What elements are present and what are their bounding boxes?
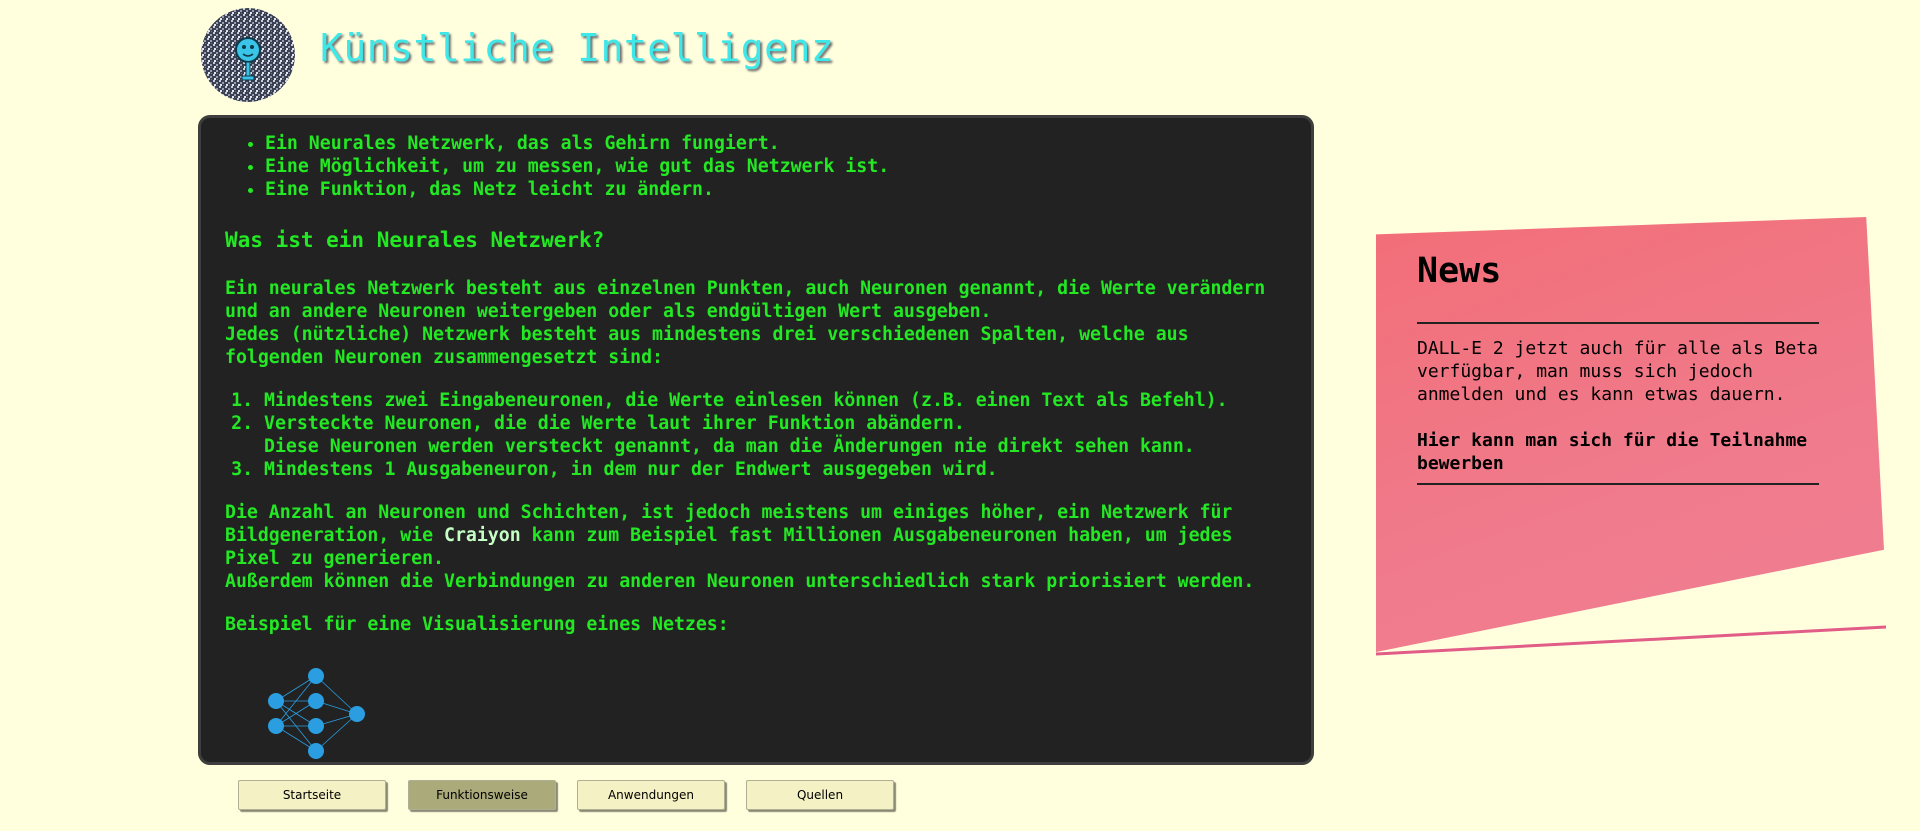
hidden-neuron bbox=[308, 693, 324, 709]
layer-hidden-text: Versteckte Neuronen, die die Werte laut … bbox=[264, 413, 965, 434]
hidden-neuron bbox=[308, 668, 324, 684]
details-paragraph: Die Anzahl an Neuronen und Schichten, is… bbox=[225, 501, 1287, 593]
list-item: Versteckte Neuronen, die die Werte laut … bbox=[264, 412, 1287, 458]
news-panel: News DALL-E 2 jetzt auch für alle als Be… bbox=[1417, 247, 1819, 485]
robot-head-icon bbox=[201, 8, 295, 102]
intro-paragraph: Ein neurales Netzwerk besteht aus einzel… bbox=[225, 277, 1287, 369]
list-item: Eine Möglichkeit, um zu messen, wie gut … bbox=[265, 155, 1287, 178]
hidden-neuron bbox=[308, 718, 324, 734]
intro-line-1: Ein neurales Netzwerk besteht aus einzel… bbox=[225, 278, 1266, 322]
nav-button-funktionsweise[interactable]: Funktionsweise bbox=[408, 780, 556, 810]
output-neuron bbox=[349, 706, 365, 722]
site-title: Künstliche Intelligenz bbox=[320, 26, 835, 70]
news-divider bbox=[1417, 322, 1819, 324]
news-title: News bbox=[1417, 251, 1502, 291]
list-item: Ein Neurales Netzwerk, das als Gehirn fu… bbox=[265, 132, 1287, 155]
input-neuron bbox=[268, 718, 284, 734]
hidden-neuron bbox=[308, 743, 324, 759]
site-logo bbox=[201, 8, 295, 102]
list-item: Eine Funktion, das Netz leicht zu ändern… bbox=[265, 178, 1287, 201]
requirements-list: Ein Neurales Netzwerk, das als Gehirn fu… bbox=[225, 132, 1287, 201]
intro-line-2: Jedes (nützliche) Netzwerk besteht aus m… bbox=[225, 324, 1189, 368]
nav-button-startseite[interactable]: Startseite bbox=[238, 780, 386, 810]
list-item: Mindestens zwei Eingabeneuronen, die Wer… bbox=[264, 389, 1287, 412]
news-signup-link[interactable]: Hier kann man sich für die Teilnahme bew… bbox=[1417, 429, 1819, 475]
content-panel: Ein Neurales Netzwerk, das als Gehirn fu… bbox=[198, 115, 1314, 765]
details-line-2: Außerdem können die Verbindungen zu ande… bbox=[225, 571, 1255, 592]
craiyon-brand: Craiyon bbox=[444, 525, 521, 546]
neural-network-icon bbox=[268, 668, 365, 759]
layer-hidden-note: Diese Neuronen werden versteckt genannt,… bbox=[264, 436, 1195, 457]
layers-list: Mindestens zwei Eingabeneuronen, die Wer… bbox=[225, 389, 1287, 481]
news-text: DALL-E 2 jetzt auch für alle als Beta ve… bbox=[1417, 338, 1818, 405]
news-note-edge bbox=[1375, 625, 1887, 656]
list-item: Mindestens 1 Ausgabeneuron, in dem nur d… bbox=[264, 458, 1287, 481]
input-neuron bbox=[268, 693, 284, 709]
nav-button-anwendungen[interactable]: Anwendungen bbox=[577, 780, 725, 810]
news-divider bbox=[1417, 483, 1819, 485]
section-heading: Was ist ein Neurales Netzwerk? bbox=[225, 228, 605, 252]
nav-button-quellen[interactable]: Quellen bbox=[746, 780, 894, 810]
example-label: Beispiel für eine Visualisierung eines N… bbox=[225, 614, 729, 635]
